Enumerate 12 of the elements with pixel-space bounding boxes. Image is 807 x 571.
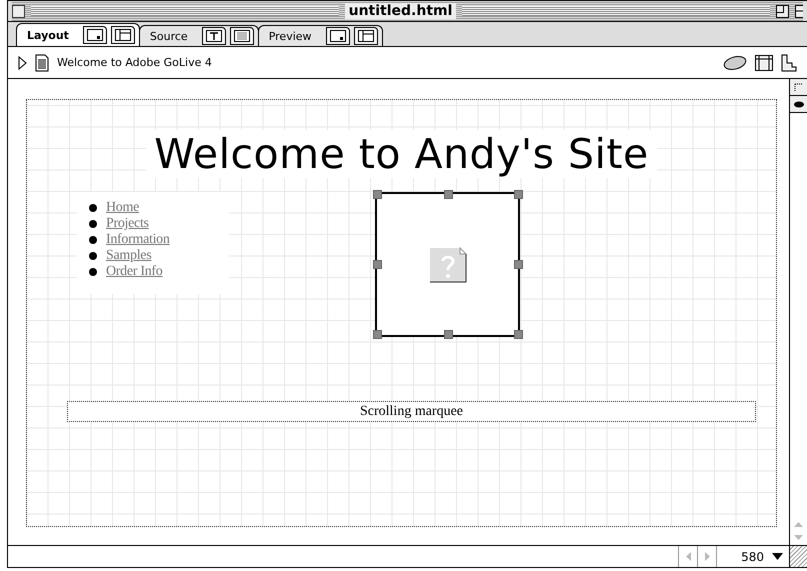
nav-link[interactable]: Information — [106, 232, 170, 248]
view-tab[interactable]: Preview — [258, 25, 383, 46]
nav-link[interactable]: Home — [106, 200, 140, 216]
page-title: Welcome to Adobe GoLive 4 — [57, 56, 213, 69]
marquee-box[interactable]: Scrolling marquee — [67, 401, 756, 422]
view-tab[interactable]: Layout — [16, 23, 140, 46]
nav-link[interactable]: Order Info — [106, 264, 162, 280]
site-heading: Welcome to Andy's Site — [146, 130, 657, 178]
nav-link[interactable]: Samples — [106, 248, 152, 264]
window-title: untitled.html — [344, 3, 456, 19]
nav-link[interactable]: Projects — [106, 216, 149, 232]
view-tab[interactable]: Source — [138, 25, 259, 46]
